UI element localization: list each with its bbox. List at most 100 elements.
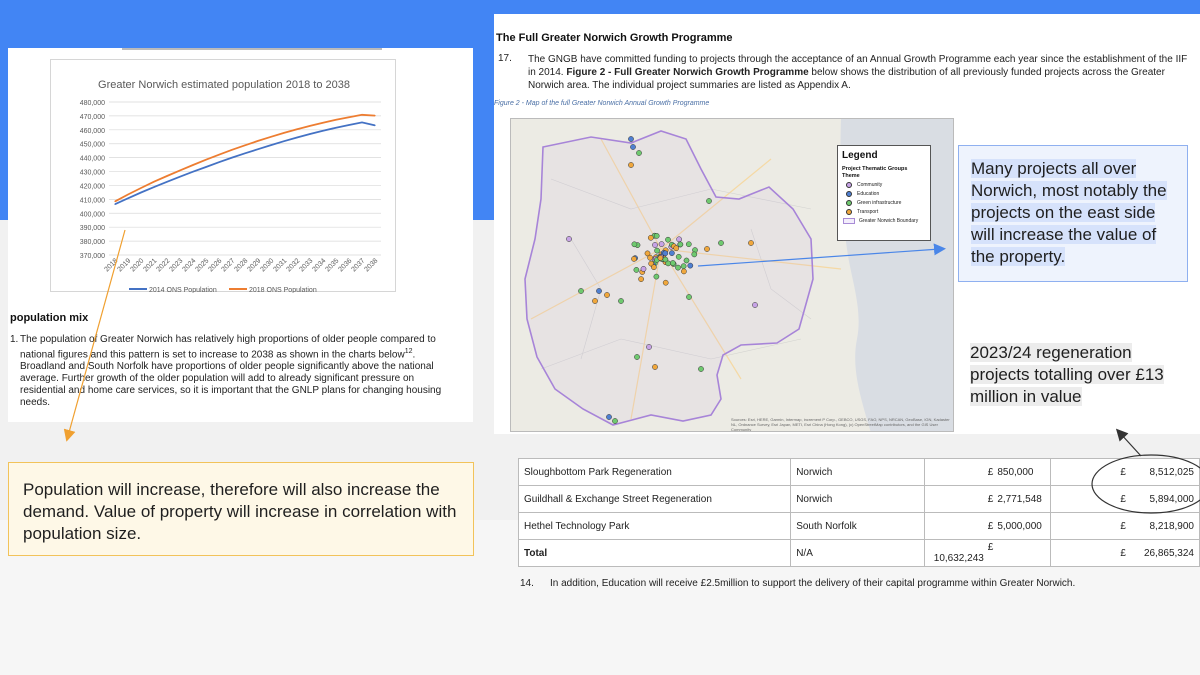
cropped-text-line	[122, 48, 382, 50]
y-tick-label: 390,000	[80, 225, 105, 232]
y-tick-label: 380,000	[80, 239, 105, 246]
x-tick-label: 2023	[168, 257, 184, 273]
legend-item-community: Community	[842, 180, 926, 189]
currency-symbol: £	[987, 520, 994, 532]
table-row: Sloughbottom Park Regeneration Norwich £…	[517, 458, 1200, 486]
data-point	[140, 191, 142, 194]
project-point	[638, 276, 644, 282]
programme-title: The Full Greater Norwich Growth Programm…	[496, 32, 733, 44]
data-point	[322, 122, 324, 124]
legend-label: Education	[857, 190, 880, 197]
paragraph-body: The population of Greater Norwich has re…	[10, 334, 462, 409]
amount-cell: £10,632,243	[923, 539, 1052, 567]
data-point	[140, 187, 142, 189]
x-tick-label: 2025	[194, 257, 210, 273]
legend-label: 2014 ONS Population	[149, 287, 217, 293]
green-infrastructure-dot-icon	[846, 199, 852, 206]
population-paragraph: 1. The population of Greater Norwich has…	[10, 334, 462, 409]
project-cell: Total	[517, 539, 792, 567]
y-tick-label: 410,000	[80, 197, 105, 204]
project-point	[658, 241, 665, 247]
project-point	[662, 256, 669, 263]
x-tick-label: 2035	[324, 257, 340, 273]
project-point	[653, 233, 660, 239]
data-point	[283, 140, 285, 142]
x-tick-label: 2030	[259, 257, 275, 273]
project-point	[677, 241, 684, 248]
x-tick-label: 2027	[220, 257, 236, 273]
project-point	[606, 414, 612, 420]
data-point	[361, 114, 363, 116]
legend-item-transport: Transport	[842, 207, 926, 216]
data-point	[270, 144, 272, 146]
data-point	[218, 154, 220, 156]
legend-theme-label: Theme	[842, 173, 860, 179]
legend-subtitle: Project Thematic Groups Theme	[842, 166, 926, 180]
project-point	[669, 250, 675, 256]
project-point	[706, 198, 712, 204]
project-point	[654, 247, 660, 254]
project-cell: Guildhall & Exchange Street Regeneration	[517, 485, 792, 513]
table-row: Guildhall & Exchange Street Regeneration…	[517, 485, 1200, 513]
project-cell: Sloughbottom Park Regeneration	[517, 458, 792, 486]
x-tick-label: 2028	[233, 257, 249, 273]
project-point	[636, 150, 642, 156]
total-cell: £8,512,025	[1050, 458, 1200, 486]
project-point	[681, 268, 687, 275]
x-tick-label: 2038	[363, 257, 379, 273]
total-value: 8,218,900	[1149, 520, 1195, 532]
projects-note-text: Many projects all over Norwich, most not…	[971, 159, 1167, 266]
table-row: Hethel Technology Park South Norfolk £5,…	[517, 512, 1200, 540]
data-point	[114, 200, 116, 203]
data-point	[205, 166, 207, 168]
x-tick-label: 2020	[129, 257, 145, 273]
legend-subtitle-text: Project Thematic Groups	[842, 166, 908, 172]
legend-title: Legend	[842, 150, 878, 161]
project-point	[652, 242, 658, 248]
project-point	[673, 245, 680, 252]
amount-cell: £5,000,000	[923, 512, 1052, 540]
project-point	[691, 251, 698, 258]
data-point	[179, 169, 181, 172]
project-point	[596, 288, 602, 294]
total-cell: £8,218,900	[1050, 512, 1200, 540]
project-point	[618, 298, 624, 304]
legend-label: Greater Norwich Boundary	[859, 217, 919, 224]
y-tick-label: 450,000	[80, 142, 105, 149]
total-value: 8,512,025	[1149, 466, 1195, 478]
data-point	[192, 171, 194, 173]
map-legend: Legend Project Thematic Groups Theme Com…	[837, 145, 931, 241]
amount-cell: £2,771,548	[923, 485, 1052, 513]
total-cell: £5,894,000	[1050, 485, 1200, 513]
data-point	[335, 119, 337, 121]
y-tick-label: 470,000	[80, 114, 105, 121]
y-tick-label: 400,000	[80, 211, 105, 218]
project-point	[662, 279, 669, 286]
paragraph-number: 1.	[10, 334, 19, 345]
data-point	[348, 116, 350, 118]
para-number: 17.	[498, 53, 512, 64]
amount-value: 850,000	[997, 466, 1034, 478]
data-point	[244, 152, 246, 154]
data-point	[166, 175, 168, 177]
project-point	[686, 294, 692, 300]
data-point	[335, 127, 337, 129]
legend-item-green-infrastructure: Green infrastructure	[842, 198, 926, 207]
project-point	[685, 241, 692, 248]
project-point	[665, 236, 671, 243]
community-dot-icon	[846, 181, 852, 188]
project-point	[592, 298, 598, 304]
x-tick-label: 2036	[337, 257, 353, 273]
project-point	[675, 253, 682, 260]
y-tick-label: 460,000	[80, 128, 105, 135]
x-tick-label: 2026	[207, 257, 223, 273]
programme-paragraph: The GNGB have committed funding to proje…	[528, 53, 1188, 92]
data-point	[361, 121, 363, 124]
amount-value: 10,632,243	[933, 553, 984, 564]
data-point	[257, 148, 259, 150]
project-point	[631, 256, 637, 262]
population-mix-heading: population mix	[10, 312, 89, 324]
amount-value: 5,000,000	[997, 520, 1042, 532]
currency-symbol: £	[987, 493, 994, 505]
data-point	[127, 197, 129, 199]
